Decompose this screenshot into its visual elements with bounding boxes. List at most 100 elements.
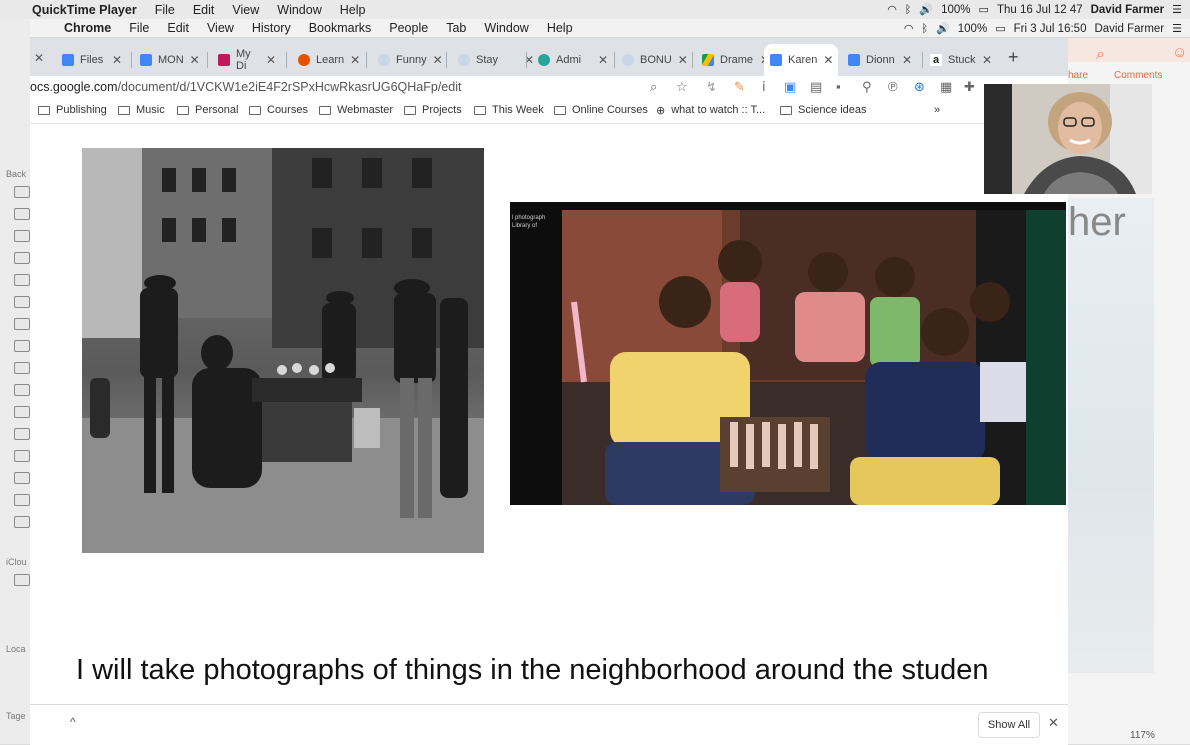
puzzle-icon[interactable]: ✚ bbox=[964, 79, 975, 95]
outer-menu-view[interactable]: View bbox=[232, 3, 259, 17]
facebook-icon[interactable]: ▤ bbox=[810, 79, 822, 95]
tab-close-icon[interactable]: ✕ bbox=[598, 53, 608, 67]
tab-files[interactable]: Files ✕ bbox=[56, 44, 128, 76]
dropbox-icon bbox=[62, 54, 74, 66]
bookmark-star-icon[interactable]: ☆ bbox=[676, 79, 688, 95]
browser-toolbar: ocs.google.com/document/d/1VCKW1e2iE4F2r… bbox=[30, 76, 1068, 100]
tab-close-icon[interactable]: ✕ bbox=[433, 53, 443, 67]
smiley-icon[interactable]: ☺ bbox=[1172, 44, 1187, 61]
url-path: /document/d/1VCKW1e2iE4F2rSPxHcwRkasrUG6… bbox=[117, 80, 462, 94]
zoom-extension-icon[interactable]: ▣ bbox=[784, 79, 796, 95]
comments-button[interactable]: Comments bbox=[1114, 70, 1162, 81]
tab-close-icon[interactable]: ✕ bbox=[266, 53, 276, 67]
outer-battery-text[interactable]: 100% bbox=[941, 4, 970, 16]
address-bar[interactable]: ocs.google.com/document/d/1VCKW1e2iE4F2r… bbox=[30, 80, 461, 94]
inner-menu-view[interactable]: View bbox=[207, 21, 234, 35]
tab-close-icon[interactable]: ✕ bbox=[678, 53, 688, 67]
bookmarks-overflow-button[interactable]: » bbox=[934, 104, 940, 116]
inner-menu-people[interactable]: People bbox=[389, 21, 428, 35]
bookmark-science-ideas[interactable]: Science ideas bbox=[780, 104, 867, 116]
tab-bonu[interactable]: BONU ✕ bbox=[616, 44, 690, 76]
tab-close-icon[interactable]: ✕ bbox=[982, 53, 992, 67]
bookmark-this-week[interactable]: This Week bbox=[474, 104, 544, 116]
tab-admi[interactable]: Admi ✕ bbox=[532, 44, 614, 76]
tab-mon[interactable]: MON ✕ bbox=[134, 44, 204, 76]
bluetooth-icon[interactable]: ᛒ bbox=[921, 23, 928, 34]
pinterest-icon[interactable]: ℗ bbox=[888, 79, 898, 94]
tab-close-icon[interactable]: ✕ bbox=[350, 53, 360, 67]
bookmark-publishing[interactable]: Publishing bbox=[38, 104, 107, 116]
bookmark-courses[interactable]: Courses bbox=[249, 104, 308, 116]
bookmark-what-to-watch[interactable]: ⊕ what to watch :: T... bbox=[656, 104, 765, 116]
inner-app-name[interactable]: Chrome bbox=[64, 21, 111, 35]
tab-dionn[interactable]: Dionn ✕ bbox=[842, 44, 918, 76]
inner-menu-help[interactable]: Help bbox=[547, 21, 573, 35]
bg-icloud-label: iClou bbox=[6, 557, 27, 567]
extension-icon[interactable]: ▦ bbox=[940, 79, 952, 95]
tab-my-di[interactable]: My Di ✕ bbox=[212, 44, 282, 76]
inner-datetime[interactable]: Fri 3 Jul 16:50 bbox=[1014, 23, 1087, 35]
site-icon bbox=[538, 54, 550, 66]
notification-center-icon[interactable]: ☰ bbox=[1172, 23, 1182, 34]
inner-menu-history[interactable]: History bbox=[252, 21, 291, 35]
tab-label: Drame bbox=[720, 54, 754, 66]
share-button[interactable]: hare bbox=[1068, 70, 1088, 81]
close-downloads-button[interactable]: ✕ bbox=[1048, 715, 1059, 731]
extension-icon[interactable]: ⅰ bbox=[762, 79, 766, 95]
tab-close-icon[interactable]: ✕ bbox=[112, 53, 122, 67]
outer-user[interactable]: David Farmer bbox=[1091, 4, 1165, 16]
notification-center-icon[interactable]: ☰ bbox=[1172, 4, 1182, 15]
pin-icon[interactable]: ⚲ bbox=[862, 79, 872, 95]
zoom-level[interactable]: 117% bbox=[1130, 730, 1155, 741]
tab-funny[interactable]: Funny ✕ bbox=[372, 44, 443, 76]
street-photo-bw[interactable] bbox=[82, 148, 484, 553]
tab-stuck[interactable]: a Stuck ✕ bbox=[924, 44, 998, 76]
new-tab-button[interactable]: + bbox=[1008, 47, 1019, 68]
inner-battery-text[interactable]: 100% bbox=[958, 23, 987, 35]
inner-user[interactable]: David Farmer bbox=[1094, 23, 1164, 35]
tab-close-icon[interactable]: ✕ bbox=[34, 51, 44, 65]
webcam-video-overlay bbox=[984, 84, 1152, 194]
document-body-text[interactable]: I will take photographs of things in the… bbox=[76, 654, 989, 687]
grammarly-icon[interactable]: ⊛ bbox=[914, 79, 925, 95]
extension-icon[interactable]: ✎ bbox=[734, 79, 745, 95]
zoom-icon[interactable]: ⌕ bbox=[650, 79, 657, 95]
wifi-icon[interactable]: ◠ bbox=[904, 23, 914, 34]
children-photo-color[interactable]: l photograph Library of bbox=[510, 202, 1066, 505]
outer-menu-edit[interactable]: Edit bbox=[193, 3, 215, 17]
outer-menu-help[interactable]: Help bbox=[340, 3, 366, 17]
inner-menu-bookmarks[interactable]: Bookmarks bbox=[309, 21, 372, 35]
chevron-up-icon[interactable]: ^ bbox=[70, 715, 76, 729]
extension-icon[interactable]: ↯ bbox=[706, 79, 717, 95]
search-icon[interactable]: ⌕ bbox=[1096, 46, 1105, 64]
inner-menu-window[interactable]: Window bbox=[484, 21, 528, 35]
tab-close-icon[interactable]: ✕ bbox=[823, 53, 833, 67]
show-all-downloads-button[interactable]: Show All bbox=[978, 712, 1040, 738]
bookmark-online-courses[interactable]: Online Courses bbox=[554, 104, 648, 116]
inner-menu-file[interactable]: File bbox=[129, 21, 149, 35]
tab-close-icon[interactable]: ✕ bbox=[902, 53, 912, 67]
inner-menu-tab[interactable]: Tab bbox=[446, 21, 466, 35]
tab-close-icon[interactable]: ✕ bbox=[190, 53, 200, 67]
bookmark-webmaster[interactable]: Webmaster bbox=[319, 104, 393, 116]
volume-icon[interactable]: 🔊 bbox=[936, 23, 950, 34]
background-sidebar: Back iClou Loca Tage bbox=[0, 19, 31, 744]
outer-app-name[interactable]: QuickTime Player bbox=[32, 3, 137, 17]
bookmark-projects[interactable]: Projects bbox=[404, 104, 462, 116]
outer-menu-window[interactable]: Window bbox=[277, 3, 321, 17]
folder-icon bbox=[38, 105, 50, 115]
bookmark-personal[interactable]: Personal bbox=[177, 104, 238, 116]
bluetooth-icon[interactable]: ᛒ bbox=[905, 4, 912, 15]
inner-menu-edit[interactable]: Edit bbox=[167, 21, 189, 35]
outer-datetime[interactable]: Thu 16 Jul 12 47 bbox=[997, 4, 1083, 16]
bookmark-music[interactable]: Music bbox=[118, 104, 165, 116]
tab-karen[interactable]: Karen ✕ bbox=[764, 44, 838, 76]
tab-learn[interactable]: Learn ✕ bbox=[292, 44, 362, 76]
battery-icon[interactable]: ▭ bbox=[979, 4, 989, 15]
battery-icon[interactable]: ▭ bbox=[995, 23, 1005, 34]
wifi-icon[interactable]: ◠ bbox=[887, 4, 897, 15]
outer-menu-file[interactable]: File bbox=[155, 3, 175, 17]
extension-icon[interactable]: ▪ bbox=[836, 79, 841, 94]
tab-label: Dionn bbox=[866, 54, 895, 66]
volume-icon[interactable]: 🔊 bbox=[919, 4, 933, 15]
